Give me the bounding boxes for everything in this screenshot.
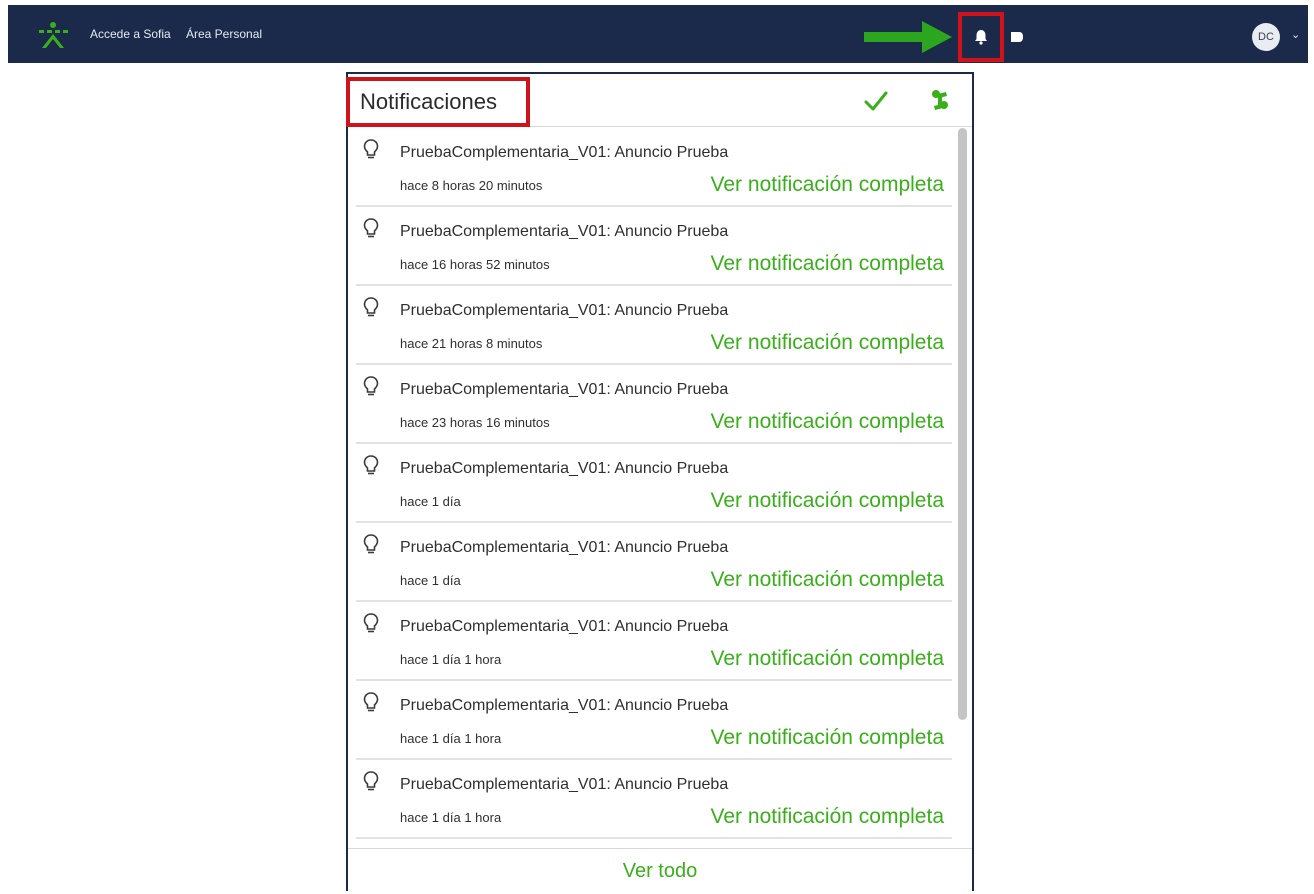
notification-time: hace 16 horas 52 minutos — [400, 257, 550, 272]
view-full-notification-link[interactable]: Ver notificación completa — [711, 410, 944, 434]
notification-message: PruebaComplementaria_V01: Anuncio Prueba — [400, 460, 729, 477]
avatar[interactable]: DC — [1252, 23, 1280, 51]
notification-time: hace 1 día 1 hora — [400, 810, 502, 825]
lightbulb-icon — [363, 534, 379, 554]
notification-item[interactable]: PruebaComplementaria_V01: Anuncio Prueba… — [356, 523, 952, 602]
notification-time: hace 1 día — [400, 573, 461, 588]
notification-item[interactable]: PruebaComplementaria_V01: Anuncio Prueba… — [356, 444, 952, 523]
lightbulb-icon — [363, 455, 379, 475]
view-full-notification-link[interactable]: Ver notificación completa — [711, 726, 944, 750]
notification-message: PruebaComplementaria_V01: Anuncio Prueba — [400, 144, 729, 161]
view-full-notification-link[interactable]: Ver notificación completa — [711, 489, 944, 513]
view-full-notification-link[interactable]: Ver notificación completa — [711, 331, 944, 355]
lightbulb-icon — [363, 376, 379, 396]
notification-message: PruebaComplementaria_V01: Anuncio Prueba — [400, 302, 729, 319]
notification-item[interactable]: PruebaComplementaria_V01: Anuncio Prueba… — [356, 286, 952, 365]
panel-footer: Ver todo — [348, 848, 972, 894]
notification-message: PruebaComplementaria_V01: Anuncio Prueba — [400, 381, 729, 398]
bell-icon[interactable] — [974, 29, 988, 45]
notification-time: hace 21 horas 8 minutos — [400, 336, 543, 351]
lightbulb-icon — [363, 613, 379, 633]
view-full-notification-link[interactable]: Ver notificación completa — [711, 173, 944, 197]
notification-message: PruebaComplementaria_V01: Anuncio Prueba — [400, 539, 729, 556]
view-full-notification-link[interactable]: Ver notificación completa — [711, 647, 944, 671]
notification-message: PruebaComplementaria_V01: Anuncio Prueba — [400, 697, 729, 714]
title-highlight-box: Notificaciones — [346, 77, 530, 127]
lightbulb-icon — [363, 218, 379, 238]
notification-time: hace 23 horas 16 minutos — [400, 415, 550, 430]
message-icon[interactable] — [1010, 30, 1024, 44]
notification-message: PruebaComplementaria_V01: Anuncio Prueba — [400, 223, 729, 240]
lightbulb-icon — [363, 771, 379, 791]
notification-message: PruebaComplementaria_V01: Anuncio Prueba — [400, 776, 729, 793]
bell-highlight-box — [958, 12, 1004, 62]
check-icon[interactable] — [864, 90, 888, 112]
settings-icon[interactable] — [926, 86, 954, 114]
lightbulb-icon — [363, 297, 379, 317]
notification-item[interactable]: PruebaComplementaria_V01: Anuncio Prueba… — [356, 681, 952, 760]
notification-time: hace 1 día 1 hora — [400, 731, 502, 746]
sena-logo-icon[interactable] — [36, 21, 70, 49]
panel-header: Notificaciones — [346, 74, 972, 127]
nav-link-area-personal[interactable]: Área Personal — [186, 27, 262, 41]
avatar-initials: DC — [1258, 31, 1274, 43]
annotation-arrow-icon — [864, 21, 952, 53]
chevron-down-icon[interactable]: ⌄ — [1291, 28, 1300, 41]
scrollbar[interactable] — [954, 128, 968, 848]
notification-item[interactable]: PruebaComplementaria_V01: Anuncio Prueba… — [356, 602, 952, 681]
notification-item[interactable]: PruebaComplementaria_V01: Anuncio Prueba… — [356, 760, 952, 839]
notification-item[interactable]: PruebaComplementaria_V01: Anuncio Prueba… — [356, 207, 952, 286]
scrollbar-thumb[interactable] — [958, 128, 967, 720]
notification-item[interactable]: PruebaComplementaria_V01: Anuncio Prueba… — [356, 365, 952, 444]
notification-time: hace 1 día 1 hora — [400, 652, 502, 667]
nav-link-accede-sofia[interactable]: Accede a Sofia — [90, 27, 171, 41]
view-full-notification-link[interactable]: Ver notificación completa — [711, 805, 944, 829]
see-all-link[interactable]: Ver todo — [623, 860, 698, 883]
notifications-panel: Notificaciones PruebaComplementaria_V01:… — [346, 72, 974, 891]
view-full-notification-link[interactable]: Ver notificación completa — [711, 568, 944, 592]
notification-message: PruebaComplementaria_V01: Anuncio Prueba — [400, 618, 729, 635]
notification-time: hace 8 horas 20 minutos — [400, 178, 543, 193]
panel-title: Notificaciones — [360, 89, 497, 114]
view-full-notification-link[interactable]: Ver notificación completa — [711, 252, 944, 276]
top-navbar: Accede a Sofia Área Personal DC ⌄ — [8, 5, 1308, 63]
lightbulb-icon — [363, 139, 379, 159]
notification-item[interactable]: PruebaComplementaria_V01: Anuncio Prueba… — [356, 128, 952, 207]
lightbulb-icon — [363, 692, 379, 712]
notification-list: PruebaComplementaria_V01: Anuncio Prueba… — [356, 128, 952, 848]
notification-time: hace 1 día — [400, 494, 461, 509]
